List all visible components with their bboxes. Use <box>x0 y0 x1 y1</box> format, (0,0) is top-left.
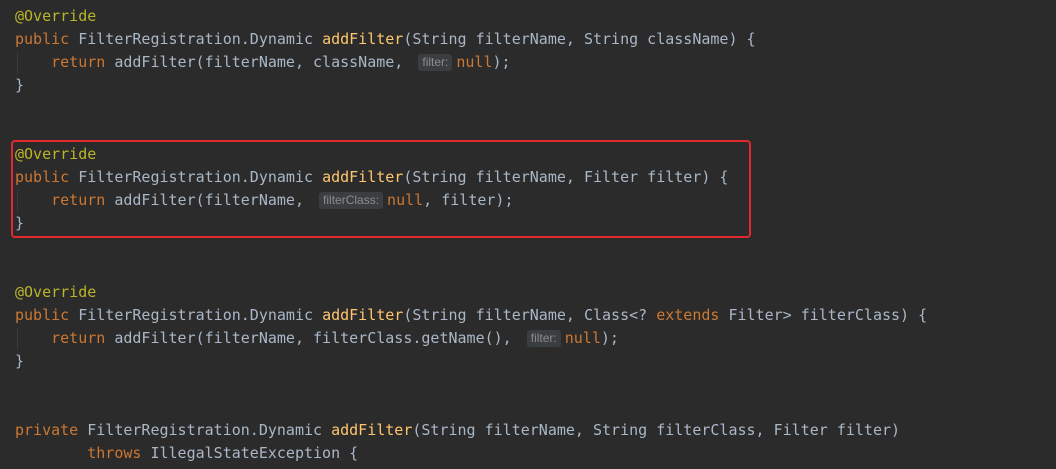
code-line-body: return addFilter(filterName, className, … <box>15 51 511 74</box>
parameter-hint: filterClass: <box>319 192 384 209</box>
method-name[interactable]: addFilter <box>322 306 403 324</box>
method-params: (String filterName, Filter filter) { <box>403 168 729 186</box>
call-expression: addFilter(filterName, <box>105 191 314 209</box>
keyword-public: public <box>15 306 70 324</box>
code-line-signature: private FilterRegistration.Dynamic addFi… <box>15 419 900 442</box>
code-line-signature: public FilterRegistration.Dynamic addFil… <box>15 304 927 327</box>
keyword-return: return <box>51 53 106 71</box>
keyword-null: null <box>387 191 424 209</box>
keyword-extends: extends <box>656 306 720 324</box>
code-line-signature: public FilterRegistration.Dynamic addFil… <box>15 166 728 189</box>
method-params: (String filterName, Class<? <box>403 306 657 324</box>
code-line-throws: throws IllegalStateException { <box>15 442 358 465</box>
code-line-signature: public FilterRegistration.Dynamic addFil… <box>15 28 756 51</box>
method-params-rest: Filter> filterClass) { <box>719 306 928 324</box>
keyword-null: null <box>564 329 601 347</box>
code-line-close-brace: } <box>15 352 25 370</box>
code-line-close-brace: } <box>15 76 25 94</box>
call-tail: , filter); <box>423 191 514 209</box>
return-type: FilterRegistration.Dynamic <box>78 421 332 439</box>
keyword-public: public <box>15 30 70 48</box>
return-type: FilterRegistration.Dynamic <box>69 168 323 186</box>
code-line-annotation: @Override <box>15 283 97 301</box>
method-name[interactable]: addFilter <box>322 30 403 48</box>
keyword-return: return <box>51 191 106 209</box>
parameter-hint: filter: <box>418 54 453 71</box>
keyword-public: public <box>15 168 70 186</box>
method-params: (String filterName, String filterClass, … <box>412 421 901 439</box>
code-line-body: return addFilter(filterName, filterClass… <box>15 327 619 350</box>
return-type: FilterRegistration.Dynamic <box>69 306 323 324</box>
call-expression: addFilter(filterName, className, <box>105 53 413 71</box>
keyword-private: private <box>15 421 79 439</box>
method-name[interactable]: addFilter <box>331 421 412 439</box>
method-name[interactable]: addFilter <box>322 168 403 186</box>
keyword-return: return <box>51 329 106 347</box>
keyword-null: null <box>456 53 493 71</box>
throws-clause: IllegalStateException { <box>141 444 359 462</box>
code-line-annotation: @Override <box>15 145 97 163</box>
keyword-throws: throws <box>87 444 142 462</box>
call-tail: ); <box>492 53 511 71</box>
code-editor[interactable]: @Override public FilterRegistration.Dyna… <box>0 0 1056 469</box>
call-tail: ); <box>600 329 619 347</box>
code-line-close-brace: } <box>15 214 25 232</box>
code-line-body: return addFilter(filterName, filterClass… <box>15 189 513 212</box>
method-params: (String filterName, String className) { <box>403 30 756 48</box>
parameter-hint: filter: <box>526 330 561 347</box>
return-type: FilterRegistration.Dynamic <box>69 30 323 48</box>
call-expression: addFilter(filterName, filterClass.getNam… <box>105 329 521 347</box>
code-line-annotation: @Override <box>15 7 97 25</box>
